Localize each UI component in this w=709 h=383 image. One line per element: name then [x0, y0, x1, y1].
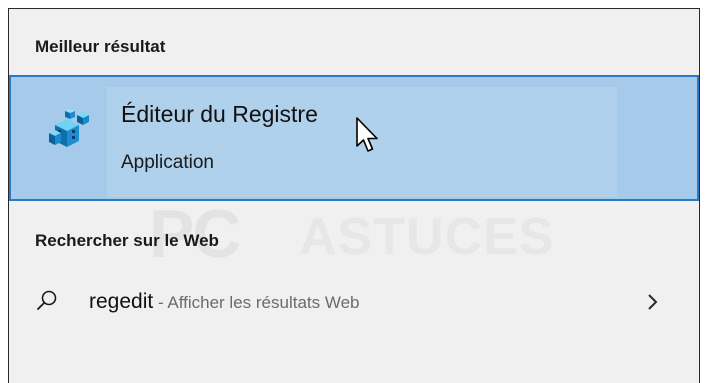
- web-search-header: Rechercher sur le Web: [35, 231, 219, 250]
- search-icon: [37, 290, 57, 310]
- watermark-astuces: ASTUCES: [299, 208, 555, 266]
- web-query-suffix: - Afficher les résultats Web: [153, 293, 360, 312]
- best-match-header: Meilleur résultat: [35, 37, 166, 56]
- app-title: Éditeur du Registre: [121, 101, 318, 127]
- app-type-label: Application: [121, 152, 214, 173]
- mouse-pointer-icon: [356, 117, 378, 152]
- search-results-panel: Meilleur résultat Éditeur du Registre Ap…: [8, 8, 700, 383]
- web-search-result[interactable]: regedit - Afficher les résultats Web: [9, 275, 699, 331]
- web-query: regedit: [89, 290, 154, 313]
- registry-editor-icon: [49, 109, 89, 147]
- web-query-text: regedit - Afficher les résultats Web: [89, 290, 360, 314]
- chevron-right-icon[interactable]: [645, 292, 661, 312]
